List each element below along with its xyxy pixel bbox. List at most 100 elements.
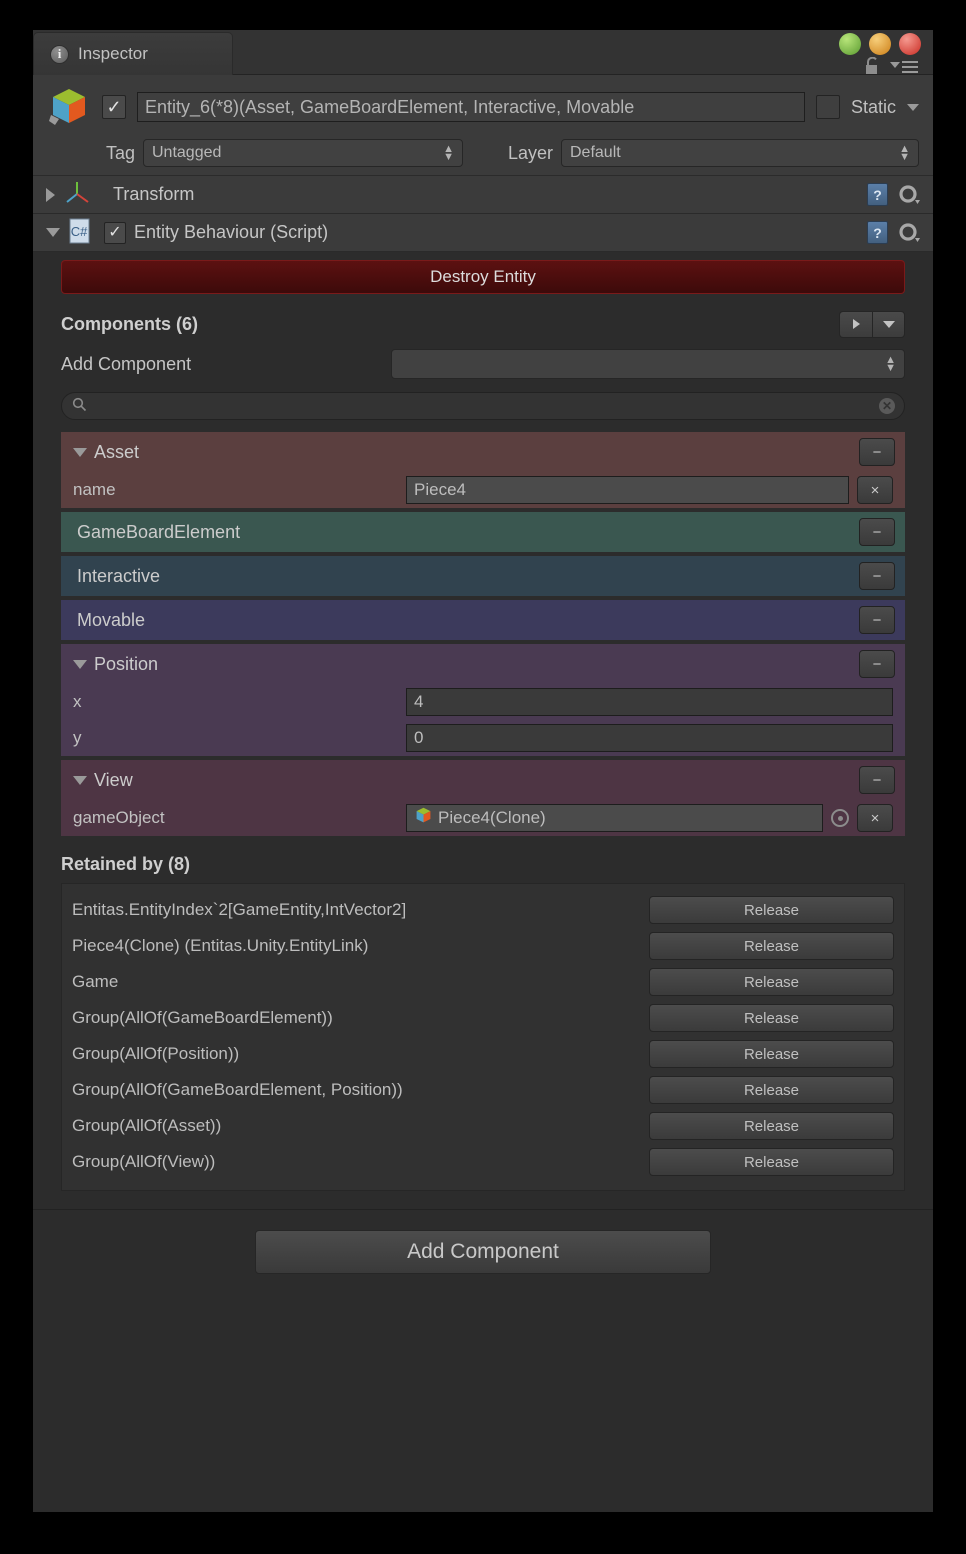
component-block-header[interactable]: Movable − <box>61 600 905 640</box>
stepper-arrows-icon: ▲▼ <box>443 145 454 162</box>
field-label: x <box>73 692 398 712</box>
footer-divider <box>33 1209 933 1210</box>
chevron-down-icon[interactable] <box>907 104 919 111</box>
list-item: Group(AllOf(View)) Release <box>72 1144 894 1180</box>
gear-icon[interactable] <box>898 184 920 206</box>
components-bar: Components (6) <box>61 304 905 344</box>
retainer-name: Group(AllOf(GameBoardElement, Position)) <box>72 1080 649 1100</box>
add-component-row: Add Component ▲▼ <box>61 344 905 384</box>
list-item: Group(AllOf(Asset)) Release <box>72 1108 894 1144</box>
component-search-bar[interactable]: ✕ <box>61 392 905 420</box>
field-value-input[interactable]: 4 <box>406 688 893 716</box>
foldout-arrow-icon[interactable] <box>73 776 87 785</box>
component-block-interactive: Interactive − <box>61 556 905 596</box>
foldout-arrow-icon[interactable] <box>46 188 55 202</box>
release-button[interactable]: Release <box>649 1004 894 1032</box>
foldout-arrow-icon[interactable] <box>73 448 87 457</box>
components-fold-buttons <box>839 311 905 338</box>
object-field-input[interactable]: Piece4(Clone) <box>406 804 823 832</box>
clear-field-button[interactable]: × <box>857 476 893 504</box>
foldout-arrow-icon[interactable] <box>73 660 87 669</box>
prefab-cube-icon <box>47 85 91 129</box>
tag-layer-row: Tag Untagged ▲▼ Layer Default ▲▼ <box>47 139 919 167</box>
svg-text:C#: C# <box>71 224 88 239</box>
component-block-header[interactable]: View − <box>61 760 905 800</box>
component-block-name: Interactive <box>77 566 160 587</box>
component-tools: ? <box>867 183 920 206</box>
panel-menu-icon[interactable] <box>890 59 918 79</box>
clear-field-button[interactable]: × <box>857 804 893 832</box>
release-button[interactable]: Release <box>649 1040 894 1068</box>
component-block-header[interactable]: Interactive − <box>61 556 905 596</box>
retainer-name: Piece4(Clone) (Entitas.Unity.EntityLink) <box>72 936 649 956</box>
help-icon[interactable]: ? <box>867 183 888 206</box>
component-block-header[interactable]: GameBoardElement − <box>61 512 905 552</box>
inspector-tab-bar: i Inspector <box>33 30 933 75</box>
component-header-entity-behaviour[interactable]: C# ✓ Entity Behaviour (Script) ? <box>33 214 933 252</box>
release-button[interactable]: Release <box>649 932 894 960</box>
collapse-all-button[interactable] <box>839 311 872 338</box>
component-block-name: GameBoardElement <box>77 522 240 543</box>
search-icon <box>72 397 87 416</box>
component-header-transform[interactable]: Transform ? <box>33 176 933 214</box>
layer-value: Default <box>570 144 621 162</box>
add-component-button[interactable]: Add Component <box>255 1230 711 1274</box>
remove-component-button[interactable]: − <box>859 562 895 590</box>
remove-component-button[interactable]: − <box>859 518 895 546</box>
component-block-asset: Asset − name Piece4 × <box>61 432 905 508</box>
help-icon[interactable]: ? <box>867 221 888 244</box>
lock-icon[interactable] <box>864 57 881 80</box>
stepper-arrows-icon: ▲▼ <box>899 145 910 162</box>
component-field-row: y 0 <box>61 720 905 756</box>
csharp-script-icon: C# <box>68 218 92 248</box>
field-value-input[interactable]: 0 <box>406 724 893 752</box>
foldout-arrow-icon[interactable] <box>46 228 60 237</box>
object-picker-icon[interactable] <box>831 809 849 827</box>
tab-inspector[interactable]: i Inspector <box>33 32 233 75</box>
tag-label: Tag <box>47 143 135 164</box>
release-button[interactable]: Release <box>649 896 894 924</box>
component-block-name: View <box>94 770 133 791</box>
release-button[interactable]: Release <box>649 968 894 996</box>
remove-component-button[interactable]: − <box>859 766 895 794</box>
remove-component-button[interactable]: − <box>859 438 895 466</box>
release-button[interactable]: Release <box>649 1148 894 1176</box>
prefab-cube-icon <box>414 806 433 830</box>
window-minimize-button[interactable] <box>839 33 861 55</box>
layer-dropdown[interactable]: Default ▲▼ <box>561 139 919 167</box>
gameobject-name-field[interactable]: Entity_6(*8)(Asset, GameBoardElement, In… <box>137 92 805 122</box>
component-tools: ? <box>867 221 920 244</box>
component-field-row: name Piece4 × <box>61 472 905 508</box>
field-value-input[interactable]: Piece4 <box>406 476 849 504</box>
window-maximize-button[interactable] <box>869 33 891 55</box>
script-enabled-checkbox[interactable]: ✓ <box>104 222 126 244</box>
tag-value: Untagged <box>152 144 221 162</box>
list-item: Entitas.EntityIndex`2[GameEntity,IntVect… <box>72 892 894 928</box>
remove-component-button[interactable]: − <box>859 650 895 678</box>
component-block-name: Movable <box>77 610 145 631</box>
remove-component-button[interactable]: − <box>859 606 895 634</box>
list-item: Piece4(Clone) (Entitas.Unity.EntityLink)… <box>72 928 894 964</box>
destroy-entity-button[interactable]: Destroy Entity <box>61 260 905 294</box>
components-section: Components (6) Add Component ▲▼ <box>61 304 905 384</box>
transform-axis-icon <box>63 180 91 210</box>
retained-by-header: Retained by (8) <box>61 854 905 875</box>
tab-inspector-label: Inspector <box>78 44 148 64</box>
object-field-value: Piece4(Clone) <box>438 808 546 828</box>
field-label: name <box>73 480 398 500</box>
search-clear-icon[interactable]: ✕ <box>879 398 895 414</box>
expand-all-button[interactable] <box>872 311 905 338</box>
window-close-button[interactable] <box>899 33 921 55</box>
component-block-header[interactable]: Asset − <box>61 432 905 472</box>
add-component-dropdown[interactable]: ▲▼ <box>391 349 905 379</box>
gameobject-enabled-checkbox[interactable]: ✓ <box>102 95 126 119</box>
static-checkbox[interactable] <box>816 95 840 119</box>
chevron-right-icon <box>853 319 860 329</box>
tag-dropdown[interactable]: Untagged ▲▼ <box>143 139 463 167</box>
component-block-header[interactable]: Position − <box>61 644 905 684</box>
component-block-movable: Movable − <box>61 600 905 640</box>
release-button[interactable]: Release <box>649 1112 894 1140</box>
gear-icon[interactable] <box>898 222 920 244</box>
list-item: Group(AllOf(GameBoardElement)) Release <box>72 1000 894 1036</box>
release-button[interactable]: Release <box>649 1076 894 1104</box>
